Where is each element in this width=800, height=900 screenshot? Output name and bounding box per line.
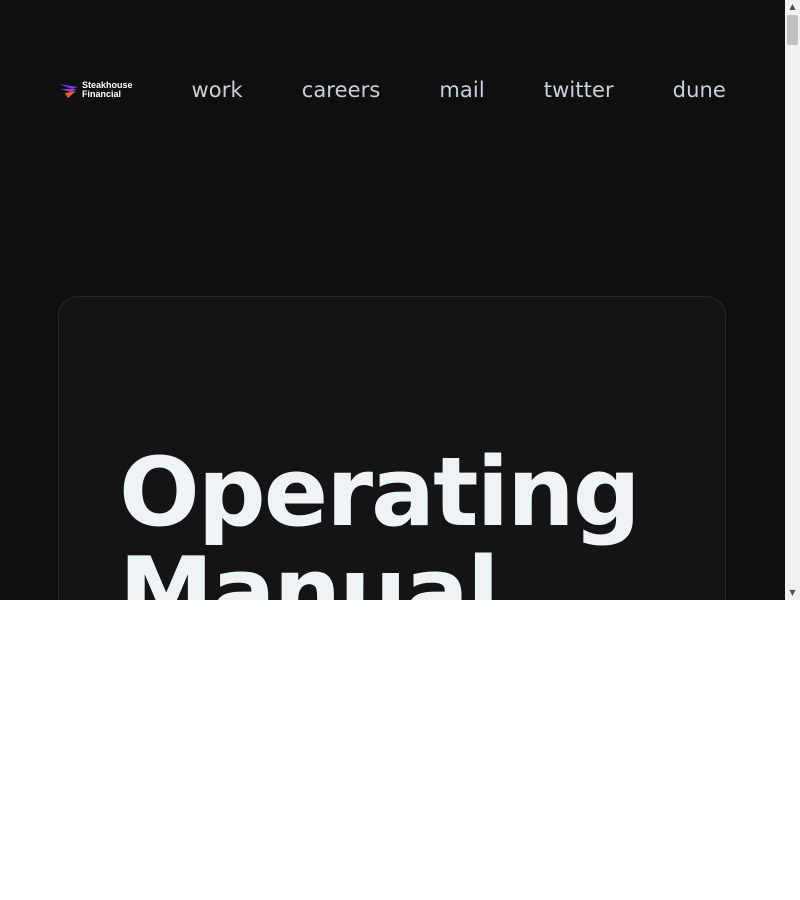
nav-careers-link[interactable]: careers — [302, 78, 381, 102]
hero-title-line1: Operating — [119, 438, 641, 548]
hero-card: Operating Manual — [58, 296, 726, 600]
nav-dune-link[interactable]: dune — [673, 78, 726, 102]
nav-twitter-link[interactable]: twitter — [544, 78, 614, 102]
top-nav: Steakhouse Financial work careers mail t… — [58, 72, 726, 108]
browser-viewport: Steakhouse Financial work careers mail t… — [0, 0, 800, 600]
logo-text: Steakhouse Financial — [82, 81, 133, 99]
vertical-scrollbar[interactable]: ▲ ▼ — [785, 0, 800, 600]
scroll-up-arrow-icon[interactable]: ▲ — [785, 0, 800, 14]
hero-title-line2: Manual — [119, 538, 500, 600]
steakhouse-wing-logo-icon — [59, 84, 78, 98]
scrollbar-thumb[interactable] — [787, 15, 798, 45]
logo-line2: Financial — [82, 89, 122, 99]
page: Steakhouse Financial work careers mail t… — [0, 0, 785, 600]
nav-work-link[interactable]: work — [192, 78, 243, 102]
nav-mail-link[interactable]: mail — [439, 78, 484, 102]
scroll-down-arrow-icon[interactable]: ▼ — [785, 586, 800, 600]
logo-link[interactable]: Steakhouse Financial — [58, 72, 133, 108]
hero-title: Operating Manual — [119, 438, 641, 600]
